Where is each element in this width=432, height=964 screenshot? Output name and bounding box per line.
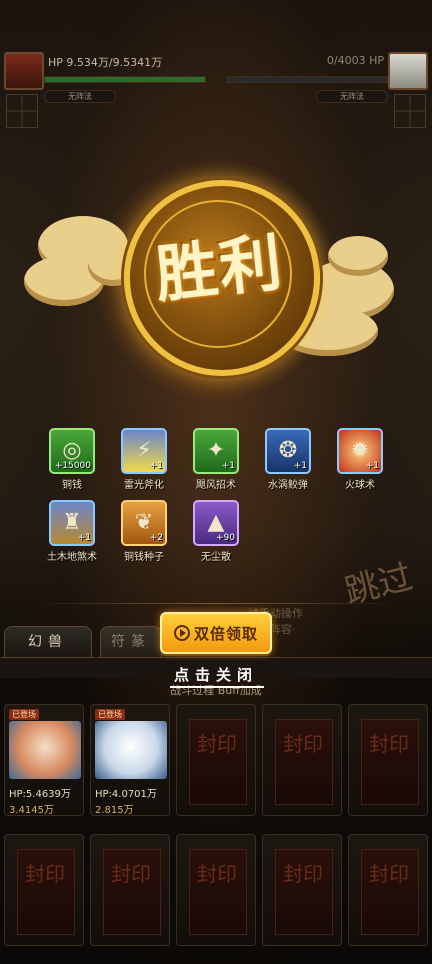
- reward-name: 雷光斧化: [124, 480, 164, 491]
- fireball-icon: ✹ +1: [337, 428, 383, 474]
- deployed-badge: 已登场: [9, 709, 39, 720]
- play-video-icon: [173, 625, 190, 641]
- tab-talismans[interactable]: 符篆: [100, 626, 162, 658]
- pet-hp: HP:5.4639万: [9, 789, 71, 800]
- water-vortex-icon: ❂ +1: [265, 428, 311, 474]
- close-underline: [170, 686, 264, 688]
- reward-item[interactable]: ♜ +1 土木地煞术: [40, 500, 104, 563]
- bird-pet-portrait: [95, 721, 167, 779]
- pet-hp: HP:4.0701万: [95, 789, 157, 800]
- reward-name: 飓风招术: [196, 480, 236, 491]
- enemy-formation-status: 无阵法: [316, 90, 388, 103]
- deployed-badge: 已登场: [95, 709, 125, 720]
- enemy-formation-grid-icon: [394, 94, 426, 128]
- enemy-hp-text: 0/4003 HP: [326, 54, 384, 67]
- enemy-avatar: [388, 52, 428, 90]
- reward-name: 铜钱: [62, 480, 82, 491]
- reward-item[interactable]: ◎ +15000 铜钱: [40, 428, 104, 491]
- sealed-slot: 封印: [4, 834, 84, 946]
- sealed-slot: 封印: [262, 834, 342, 946]
- pet-card[interactable]: 已登场 HP:5.4639万 3.4145万: [4, 704, 84, 816]
- player-hp-text: HP 9.534万/9.5341万: [48, 56, 163, 69]
- sealed-slot: 封印: [348, 834, 428, 946]
- player-avatar: [4, 52, 44, 90]
- player-formation-status: 无阵法: [44, 90, 116, 103]
- pet-power: 2.815万: [95, 805, 134, 816]
- lightning-axe-icon: ⚡ +1: [121, 428, 167, 474]
- reward-name: 铜钱种子: [124, 552, 164, 563]
- sealed-slot: 封印: [348, 704, 428, 816]
- enemy-hp-bar: [226, 76, 388, 83]
- battle-hud: HP 9.534万/9.5341万 无阵法 0/4003 HP 无阵法: [0, 48, 432, 103]
- reward-item[interactable]: ✦ +1 飓风招术: [184, 428, 248, 491]
- pet-power: 3.4145万: [9, 805, 54, 816]
- sealed-slot: 封印: [90, 834, 170, 946]
- dust-powder-icon: ▲ +90: [193, 500, 239, 546]
- reward-item[interactable]: ▲ +90 无尘散: [184, 500, 248, 563]
- tap-to-close[interactable]: 点击关闭: [0, 664, 432, 685]
- sealed-slot: 封印: [262, 704, 342, 816]
- copper-coin-icon: ◎ +15000: [49, 428, 95, 474]
- reward-name: 火球术: [345, 480, 375, 491]
- seed-sprout-icon: ❦ +2: [121, 500, 167, 546]
- whirlwind-icon: ✦ +1: [193, 428, 239, 474]
- reward-name: 无尘散: [201, 552, 231, 563]
- tab-beasts[interactable]: 幻兽: [4, 626, 92, 658]
- double-claim-button[interactable]: 双倍领取: [160, 612, 272, 654]
- reward-name: 水涡鲛弹: [268, 480, 308, 491]
- sealed-slot: 封印: [176, 704, 256, 816]
- player-hp-bar: [44, 76, 206, 83]
- pet-card[interactable]: 已登场 HP:4.0701万 2.815万: [90, 704, 170, 816]
- reward-item[interactable]: ❂ +1 水涡鲛弹: [256, 428, 320, 491]
- player-formation-grid-icon: [6, 94, 38, 128]
- double-claim-label: 双倍领取: [193, 624, 258, 643]
- sealed-slot: 封印: [176, 834, 256, 946]
- reward-item[interactable]: ⚡ +1 雷光斧化: [112, 428, 176, 491]
- reward-item[interactable]: ❦ +2 铜钱种子: [112, 500, 176, 563]
- reward-item[interactable]: ✹ +1 火球术: [328, 428, 392, 491]
- fox-pet-portrait: [9, 721, 81, 779]
- earth-dragon-icon: ♜ +1: [49, 500, 95, 546]
- reward-name: 土木地煞术: [47, 552, 97, 563]
